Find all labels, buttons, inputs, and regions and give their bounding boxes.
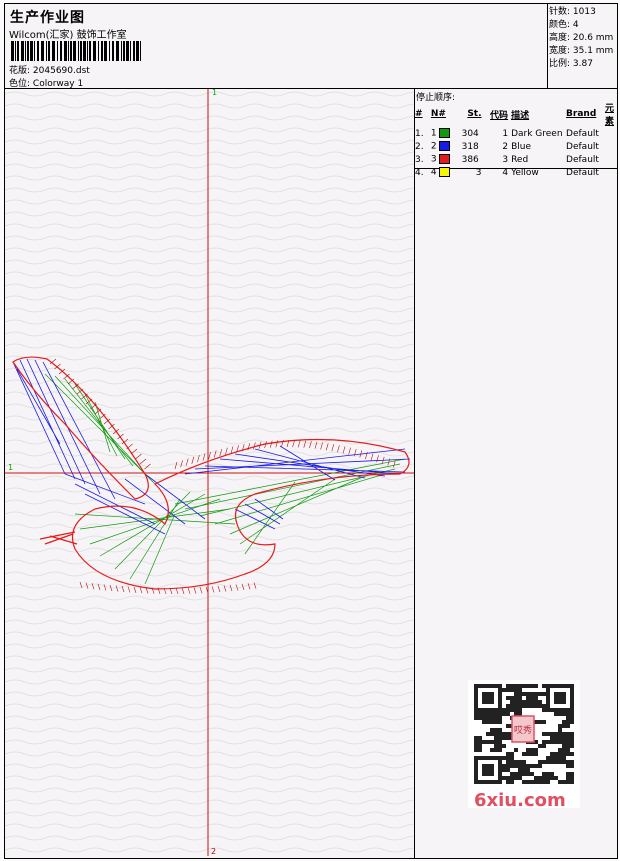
row-stitches: 318 [461, 141, 479, 152]
design-height: 高度: 20.6 mm [549, 33, 614, 43]
watermark-url: 6xiu.com [474, 790, 566, 811]
row-description: Blue [511, 141, 531, 152]
axis-left-label: 1 [8, 463, 14, 472]
design-scale: 比例: 3.87 [549, 59, 593, 69]
row-code: 3 [502, 154, 509, 165]
design-width: 宽度: 35.1 mm [549, 46, 614, 56]
row-description: Yellow [511, 167, 539, 178]
row-code: 1 [502, 128, 509, 139]
stop-table-header: # N# St. 代码 描述 Brand 元素 [415, 101, 617, 127]
row-description: Red [511, 154, 529, 165]
row-brand: Default [566, 167, 599, 178]
color-swatch [439, 128, 451, 139]
row-needle: 2 [431, 140, 462, 153]
stats-divider [547, 4, 548, 88]
stitch-count: 针数: 1013 [549, 7, 596, 17]
row-index: 1. [415, 128, 424, 139]
color-count: 颜色: 4 [549, 20, 579, 30]
stop-row: 4. 4 3 4 Yellow Default [415, 166, 617, 179]
design-stats: 针数: 1013 颜色: 4 高度: 20.6 mm 宽度: 35.1 mm 比… [549, 6, 613, 71]
row-needle: 3 [431, 153, 462, 166]
row-stitches: 386 [461, 154, 479, 165]
row-needle: 1 [431, 127, 462, 140]
row-brand: Default [566, 128, 599, 139]
row-index: 2. [415, 141, 424, 152]
row-needle: 4 [431, 166, 462, 179]
stop-sequence-table: # N# St. 代码 描述 Brand 元素 1. 1 304 1 Dark … [415, 101, 617, 179]
axis-bottom-label: 2 [211, 847, 217, 856]
seal-text: 哎秀 [514, 724, 532, 736]
col-code: 代码 [490, 110, 509, 121]
stop-row: 3. 3 386 3 Red Default [415, 153, 617, 166]
col-description: 描述 [511, 110, 530, 121]
col-element: 元素 [604, 104, 614, 127]
qr-code-watermark: 哎秀 [468, 680, 580, 808]
axis-top-label: 1 [212, 88, 218, 97]
stop-row: 1. 1 304 1 Dark Green Default [415, 127, 617, 140]
row-stitches: 304 [461, 128, 479, 139]
row-brand: Default [566, 141, 599, 152]
design-preview [5, 89, 414, 856]
color-swatch [439, 167, 451, 178]
color-swatch [439, 141, 451, 152]
row-index: 4. [415, 167, 424, 178]
col-brand: Brand [566, 109, 597, 119]
row-stitches: 3 [475, 167, 482, 178]
col-index: # [415, 109, 423, 119]
row-description: Dark Green [511, 128, 563, 139]
row-brand: Default [566, 154, 599, 165]
row-code: 4 [502, 167, 509, 178]
row-code: 2 [502, 141, 509, 152]
col-stitches: St. [467, 109, 482, 119]
col-needle: N# [430, 109, 446, 119]
row-index: 3. [415, 154, 424, 165]
color-swatch [439, 154, 451, 165]
stop-row: 2. 2 318 2 Blue Default [415, 140, 617, 153]
panel-divider [414, 88, 415, 858]
